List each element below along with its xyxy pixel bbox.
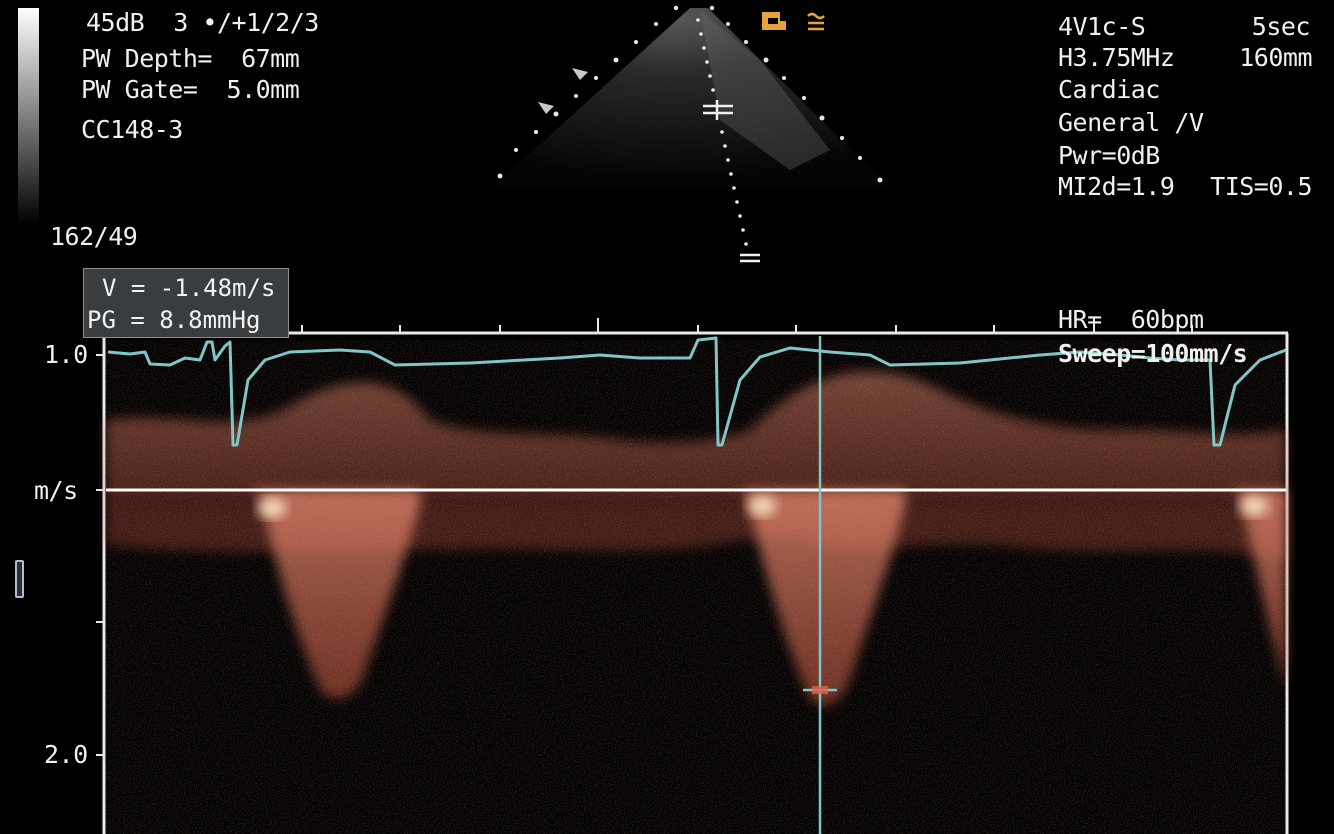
measurement-box: V = -1.48m/s PG = 8.8mmHg xyxy=(83,268,289,338)
axis-unit-label: m/s xyxy=(34,476,78,505)
arrow-marker-icon xyxy=(572,68,588,80)
doppler-spectrum xyxy=(106,340,1286,834)
axis-label-top: 1.0 xyxy=(44,340,88,369)
ultrasound-display xyxy=(96,5,1289,834)
position-marker-icon xyxy=(15,560,24,598)
arrow-marker-icon xyxy=(538,102,554,114)
heart-rate-readout: HR= 60bpm xyxy=(1058,305,1204,334)
pressure-gradient-readout: PG = 8.8mmHg xyxy=(87,306,261,334)
sweep-speed-readout: Sweep=100mm/s xyxy=(1058,339,1248,368)
velocity-readout: V = -1.48m/s xyxy=(102,274,276,302)
axis-label-bottom: 2.0 xyxy=(44,740,88,769)
sector-image xyxy=(492,5,890,263)
